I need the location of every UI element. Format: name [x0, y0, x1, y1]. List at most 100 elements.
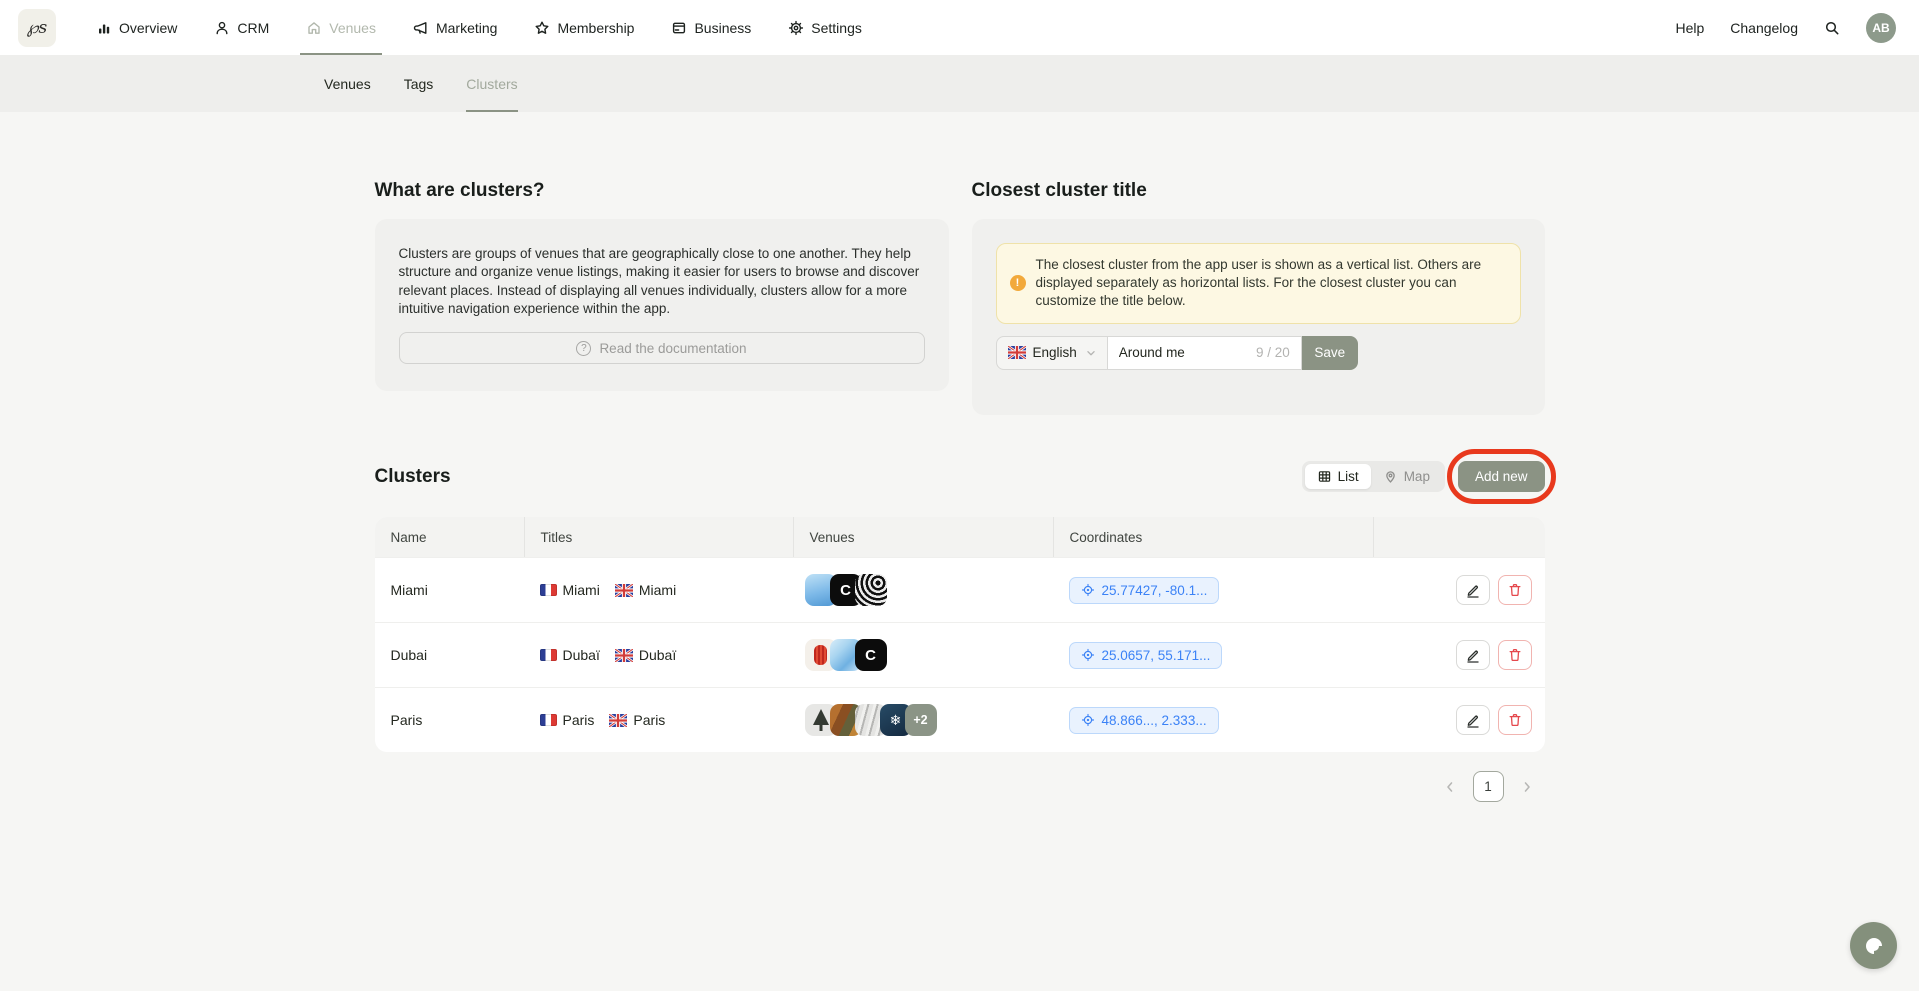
changelog-link[interactable]: Changelog: [1730, 20, 1798, 36]
chat-widget-button[interactable]: [1850, 922, 1897, 969]
venue-thumbnails: +2: [793, 704, 1053, 736]
fr-flag-icon: [540, 649, 557, 661]
clusters-controls: List Map Add new: [1302, 461, 1545, 492]
venues-subtab-bar: Venues Tags Clusters: [0, 55, 1919, 112]
nav-item-business[interactable]: Business: [671, 0, 751, 55]
coordinates-pill[interactable]: 25.0657, 55.171...: [1069, 642, 1223, 669]
nav-item-crm[interactable]: CRM: [214, 0, 269, 55]
delete-button[interactable]: [1498, 640, 1532, 670]
clusters-header: Clusters List Map Add new: [375, 461, 1545, 492]
list-view-toggle[interactable]: List: [1305, 464, 1371, 489]
table-row: Dubai Dubaï Dubaï C 25.0657, 55: [375, 622, 1545, 687]
info-alert: The closest cluster from the app user is…: [996, 243, 1521, 324]
trash-icon: [1507, 647, 1523, 663]
gear-icon: [788, 20, 804, 36]
title-en-text: Miami: [639, 582, 676, 598]
top-header: ℘s Overview CRM Venues Marketing Members…: [0, 0, 1919, 55]
closest-title-form: English 9 / 20 Save: [996, 336, 1521, 370]
delete-button[interactable]: [1498, 575, 1532, 605]
question-circle-icon: [576, 341, 591, 356]
alert-circle-icon: [1010, 275, 1026, 291]
save-button[interactable]: Save: [1302, 336, 1358, 370]
language-select[interactable]: English: [996, 336, 1108, 370]
cluster-name: Paris: [375, 712, 524, 728]
app-logo[interactable]: ℘s: [18, 9, 56, 47]
pagination: 1: [375, 771, 1545, 802]
title-en: Paris: [609, 712, 665, 728]
crosshair-location-icon: [1081, 648, 1095, 662]
coordinates-pill[interactable]: 25.77427, -80.1...: [1069, 577, 1220, 604]
tab-clusters[interactable]: Clusters: [466, 55, 517, 112]
browser-icon: [671, 20, 687, 36]
user-avatar[interactable]: AB: [1866, 13, 1896, 43]
search-icon[interactable]: [1824, 20, 1840, 36]
about-body: Clusters are groups of venues that are g…: [399, 245, 925, 318]
home-icon: [306, 20, 322, 36]
nav-item-venues[interactable]: Venues: [306, 0, 376, 55]
venue-thumbnail: C: [855, 639, 887, 671]
tab-tags[interactable]: Tags: [404, 55, 434, 112]
nav-item-overview[interactable]: Overview: [96, 0, 177, 55]
language-label: English: [1033, 345, 1077, 360]
row-actions: [1373, 705, 1545, 735]
cluster-titles: Paris Paris: [524, 712, 793, 728]
nav-label: Business: [694, 20, 751, 36]
read-documentation-button[interactable]: Read the documentation: [399, 332, 925, 364]
column-header-name: Name: [375, 517, 524, 557]
chevron-down-icon: [1084, 346, 1098, 360]
coordinates-text: 25.0657, 55.171...: [1102, 648, 1211, 663]
column-header-venues: Venues: [793, 517, 1053, 557]
coordinates-text: 48.866..., 2.333...: [1102, 713, 1207, 728]
cluster-title-input[interactable]: [1119, 345, 1219, 360]
title-en: Dubaï: [615, 647, 676, 663]
next-page-icon[interactable]: [1519, 779, 1535, 795]
page-number[interactable]: 1: [1473, 771, 1504, 802]
fr-flag-icon: [540, 714, 557, 726]
coordinates-cell: 25.77427, -80.1...: [1053, 577, 1373, 604]
add-new-wrap: Add new: [1458, 461, 1545, 492]
about-title: What are clusters?: [375, 180, 949, 202]
page-content: What are clusters? Clusters are groups o…: [375, 180, 1545, 802]
nav-label: Marketing: [436, 20, 497, 36]
cluster-name: Dubai: [375, 647, 524, 663]
cluster-titles: Dubaï Dubaï: [524, 647, 793, 663]
more-venues-badge: +2: [905, 704, 937, 736]
coordinates-pill[interactable]: 48.866..., 2.333...: [1069, 707, 1219, 734]
add-new-button[interactable]: Add new: [1458, 461, 1545, 492]
view-toggle: List Map: [1302, 461, 1445, 492]
about-clusters-section: What are clusters? Clusters are groups o…: [375, 180, 949, 415]
uk-flag-icon: [609, 714, 627, 727]
pencil-icon: [1465, 582, 1481, 598]
nav-label: Venues: [329, 20, 376, 36]
prev-page-icon[interactable]: [1442, 779, 1458, 795]
cluster-name: Miami: [375, 582, 524, 598]
column-header-titles: Titles: [524, 517, 793, 557]
crosshair-location-icon: [1081, 713, 1095, 727]
table-row: Paris Paris Paris +2: [375, 687, 1545, 752]
edit-button[interactable]: [1456, 640, 1490, 670]
column-header-actions: [1373, 517, 1545, 557]
crosshair-location-icon: [1081, 583, 1095, 597]
trash-icon: [1507, 582, 1523, 598]
map-label: Map: [1404, 469, 1430, 484]
user-icon: [214, 20, 230, 36]
help-link[interactable]: Help: [1675, 20, 1704, 36]
nav-item-membership[interactable]: Membership: [534, 0, 634, 55]
nav-item-settings[interactable]: Settings: [788, 0, 862, 55]
logo-monogram: ℘s: [27, 18, 48, 38]
venue-thumbnail: [855, 574, 887, 606]
closest-cluster-section: Closest cluster title The closest cluste…: [972, 180, 1545, 415]
title-en: Miami: [615, 582, 676, 598]
nav-item-marketing[interactable]: Marketing: [413, 0, 497, 55]
delete-button[interactable]: [1498, 705, 1532, 735]
tab-venues[interactable]: Venues: [324, 55, 371, 112]
uk-flag-icon: [615, 584, 633, 597]
table-row: Miami Miami Miami C 25.77427, -: [375, 557, 1545, 622]
header-right: Help Changelog AB: [1675, 13, 1896, 43]
doc-button-label: Read the documentation: [599, 341, 746, 356]
coordinates-cell: 25.0657, 55.171...: [1053, 642, 1373, 669]
closest-cluster-title: Closest cluster title: [972, 180, 1545, 202]
edit-button[interactable]: [1456, 575, 1490, 605]
edit-button[interactable]: [1456, 705, 1490, 735]
map-view-toggle[interactable]: Map: [1371, 464, 1442, 489]
